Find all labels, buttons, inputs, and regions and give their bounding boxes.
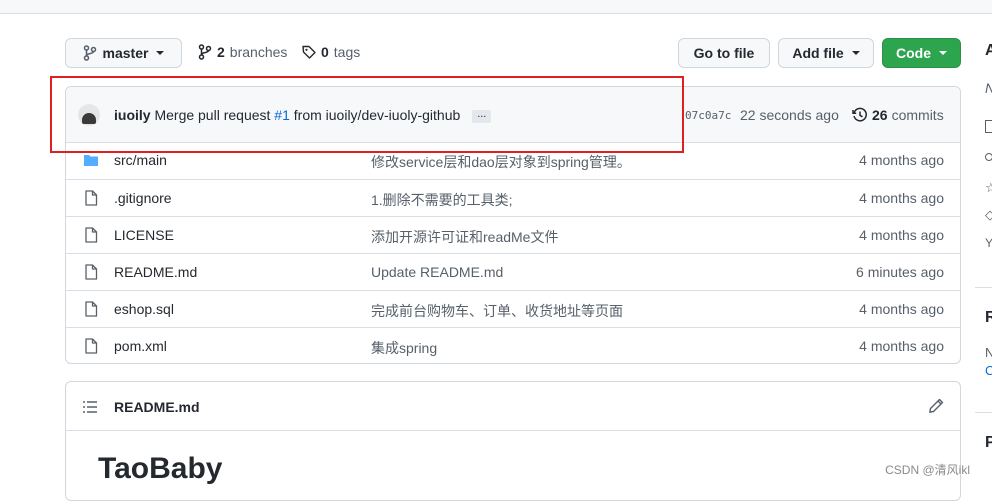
commit-time[interactable]: 22 seconds ago: [740, 107, 839, 123]
sidebar-divider: [975, 287, 992, 288]
file-commit-age[interactable]: 4 months ago: [859, 338, 944, 354]
file-commit-age[interactable]: 6 minutes ago: [856, 264, 944, 280]
top-header-band: [0, 0, 992, 14]
file-icon: [85, 338, 98, 354]
add-file-button[interactable]: Add file: [778, 38, 874, 68]
law-icon: [985, 153, 992, 161]
sidebar-no-releases: N: [985, 345, 992, 360]
git-branch-icon: [198, 44, 212, 60]
file-row[interactable]: eshop.sql 完成前台购物车、订单、收货地址等页面 4 months ago: [66, 290, 960, 327]
highlight-annotation: [50, 76, 684, 153]
readme-header: README.md: [66, 382, 960, 431]
commit-sha[interactable]: 07c0a7c: [685, 109, 731, 122]
branches-link[interactable]: 2 branches: [198, 44, 287, 60]
sidebar-releases-heading: R: [985, 309, 992, 326]
branches-label: branches: [229, 44, 288, 60]
pencil-icon[interactable]: [928, 398, 944, 414]
watermark: CSDN @清风ikl: [885, 463, 970, 477]
file-name[interactable]: README.md: [114, 264, 197, 280]
book-icon: [985, 120, 992, 133]
file-commit-message[interactable]: 修改service层和dao层对象到spring管理。: [371, 152, 631, 172]
branch-select-button[interactable]: master: [65, 38, 182, 68]
history-icon: [852, 107, 867, 122]
sidebar-divider: [975, 412, 992, 413]
file-commit-age[interactable]: 4 months ago: [859, 301, 944, 317]
file-commit-age[interactable]: 4 months ago: [859, 190, 944, 206]
file-commit-message[interactable]: 完成前台购物车、订单、收货地址等页面: [371, 301, 623, 321]
file-row[interactable]: pom.xml 集成spring 4 months ago: [66, 327, 960, 363]
file-name[interactable]: eshop.sql: [114, 301, 174, 317]
tags-link[interactable]: 0 tags: [302, 44, 360, 60]
file-commit-message[interactable]: Update README.md: [371, 264, 503, 280]
file-row[interactable]: LICENSE 添加开源许可证和readMe文件 4 months ago: [66, 216, 960, 253]
commit-count-label: commits: [891, 107, 944, 123]
git-branch-icon: [83, 45, 96, 61]
add-file-label: Add file: [792, 45, 844, 61]
readme-heading: TaoBaby: [98, 452, 223, 485]
sidebar-about-heading: A: [985, 42, 992, 59]
file-icon: [85, 301, 98, 317]
chevron-down-icon: [939, 51, 947, 55]
file-row[interactable]: README.md Update README.md 6 minutes ago: [66, 253, 960, 290]
go-to-file-label: Go to file: [693, 45, 755, 61]
file-icon: [85, 264, 98, 280]
sidebar-description: N: [985, 80, 992, 96]
file-commit-age[interactable]: 4 months ago: [859, 152, 944, 168]
folder-icon: [84, 155, 98, 166]
list-icon[interactable]: [82, 399, 98, 415]
commit-count: 26: [872, 107, 888, 123]
branch-name: master: [102, 45, 149, 61]
sidebar-create-release-link[interactable]: C: [985, 363, 992, 378]
eye-icon: ◇: [985, 207, 992, 222]
tag-icon: [302, 45, 316, 59]
code-button[interactable]: Code: [882, 38, 961, 68]
file-name[interactable]: LICENSE: [114, 227, 174, 243]
file-row[interactable]: .gitignore 1.删除不需要的工具类; 4 months ago: [66, 179, 960, 216]
file-commit-message[interactable]: 添加开源许可证和readMe文件: [371, 227, 558, 247]
file-name[interactable]: pom.xml: [114, 338, 167, 354]
file-rows: src/main 修改service层和dao层对象到spring管理。 4 mon…: [66, 142, 960, 363]
branches-count: 2: [217, 44, 225, 60]
file-commit-message[interactable]: 1.删除不需要的工具类;: [371, 190, 513, 210]
tags-label: tags: [333, 44, 361, 60]
file-icon: [85, 190, 98, 206]
chevron-down-icon: [156, 51, 165, 55]
star-icon: ☆: [985, 180, 992, 195]
code-label: Code: [896, 45, 931, 61]
file-icon: [85, 227, 98, 243]
go-to-file-button[interactable]: Go to file: [678, 38, 770, 68]
file-commit-age[interactable]: 4 months ago: [859, 227, 944, 243]
commits-history-link[interactable]: 26 commits: [852, 107, 944, 123]
readme-title: README.md: [114, 399, 200, 415]
file-name[interactable]: src/main: [114, 152, 167, 168]
file-commit-message[interactable]: 集成spring: [371, 338, 437, 358]
sidebar-packages-heading: P: [985, 434, 992, 451]
fork-icon: ϒ: [985, 236, 992, 250]
chevron-down-icon: [851, 51, 860, 55]
tags-count: 0: [321, 44, 329, 60]
readme-box: README.md TaoBaby: [65, 381, 961, 501]
file-name[interactable]: .gitignore: [114, 190, 172, 206]
